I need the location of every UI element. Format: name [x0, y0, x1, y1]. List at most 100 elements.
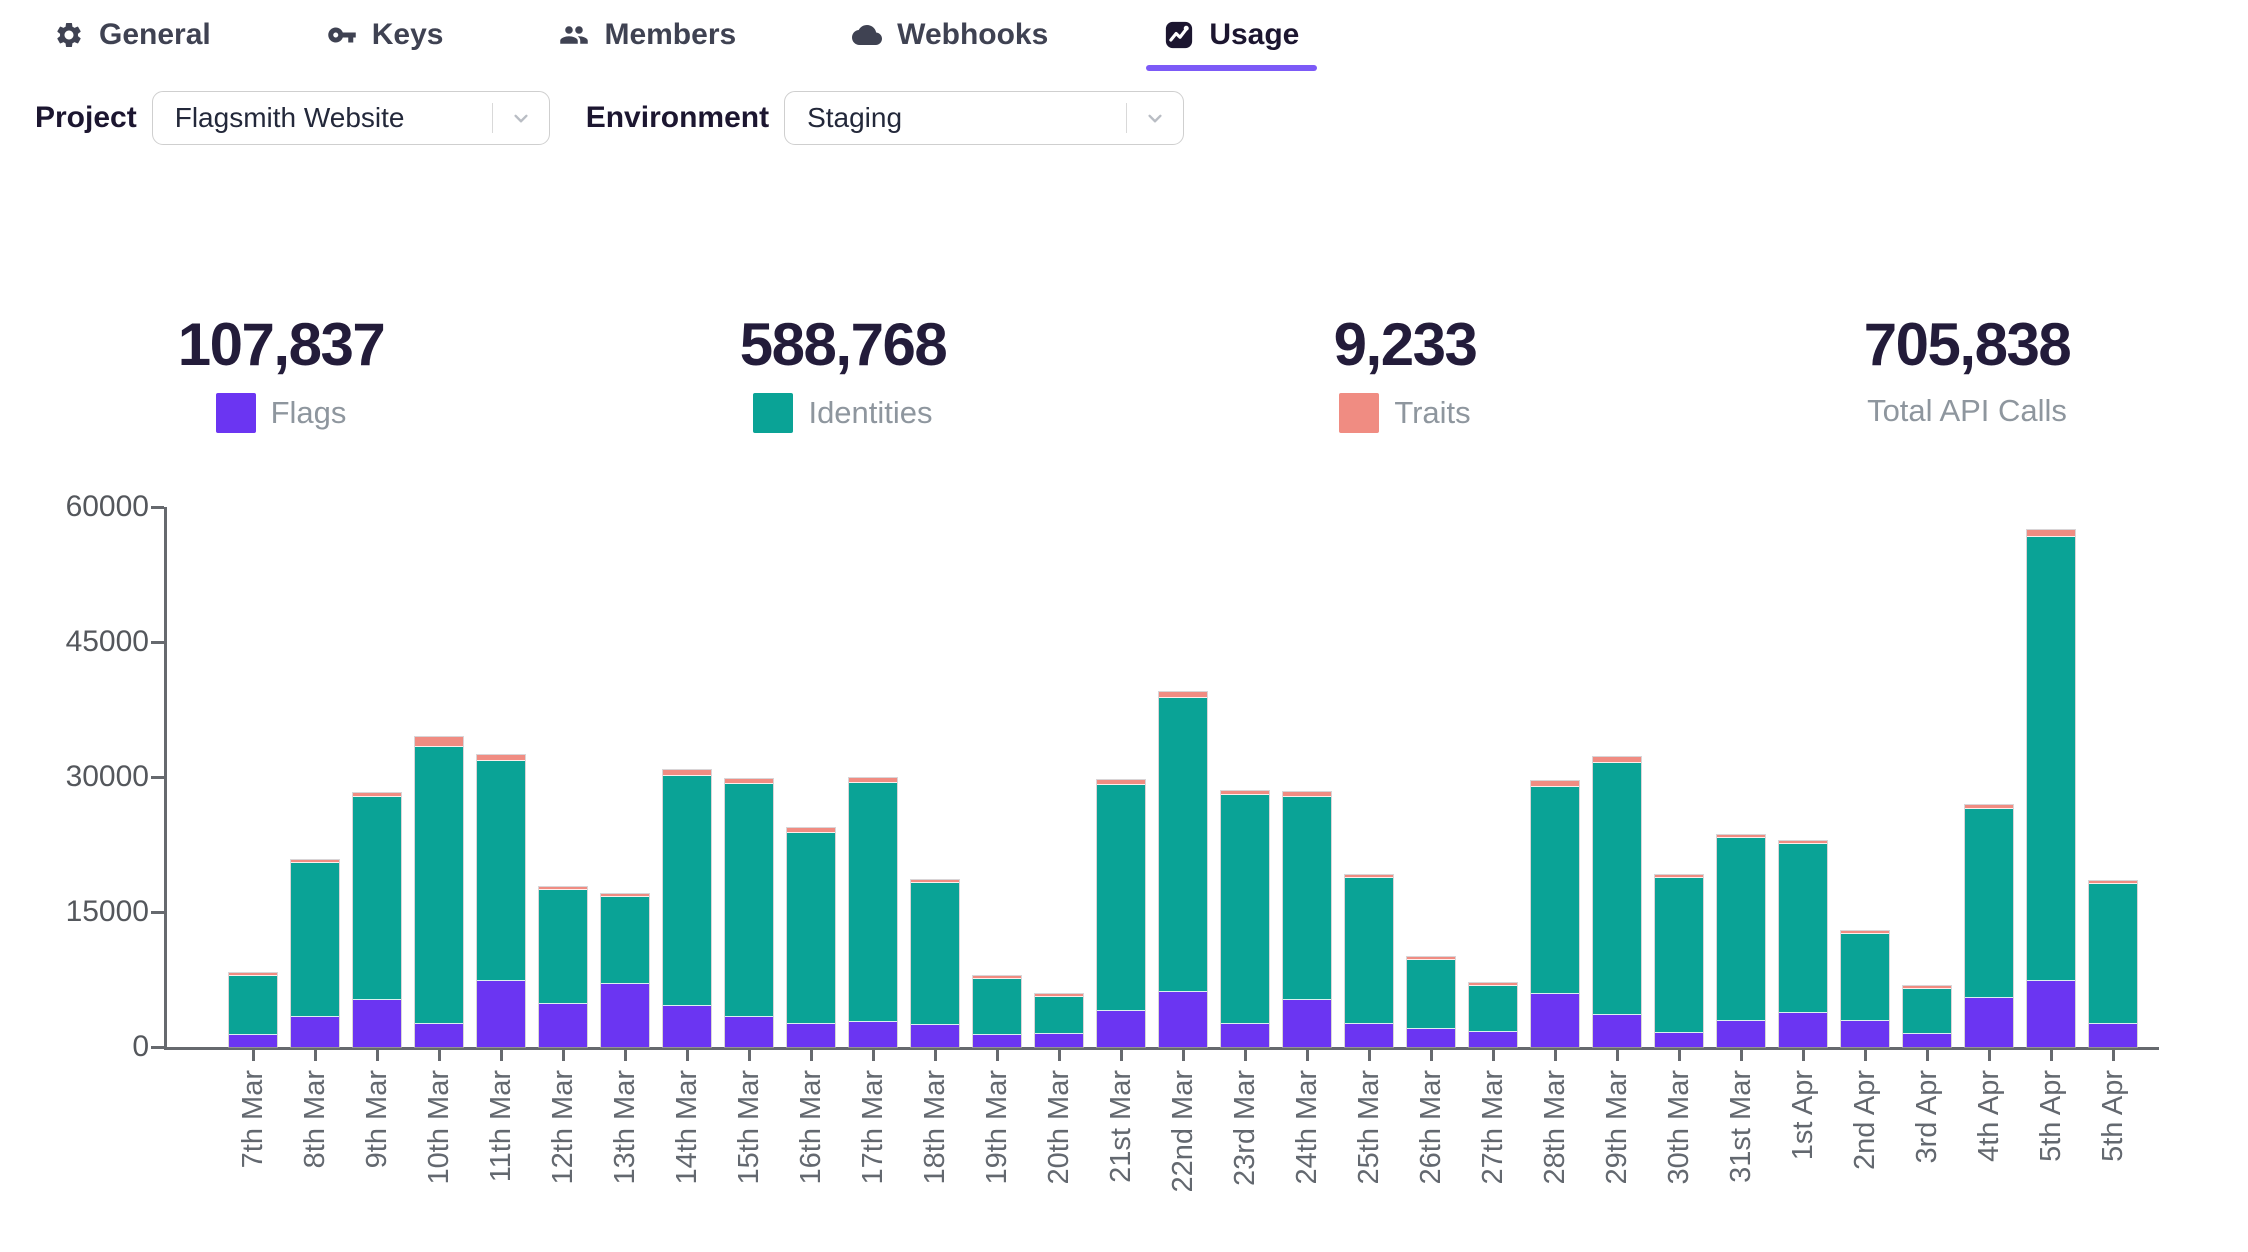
tab-usage[interactable]: Usage: [1164, 18, 1299, 71]
x-axis-category: 31st Mar: [1717, 1050, 1765, 1193]
usage-stats-row: 107,837Flags588,768Identities9,233Traits…: [0, 313, 2248, 433]
x-axis-category: 19th Mar: [973, 1050, 1021, 1193]
bar-27th-mar[interactable]: [1469, 983, 1517, 1047]
chevron-down-icon[interactable]: [1127, 105, 1183, 131]
y-axis-tick: [151, 1046, 164, 1049]
bar-28th-mar[interactable]: [1531, 781, 1579, 1047]
bar-11th-mar[interactable]: [477, 755, 525, 1047]
x-axis-tick: [1926, 1050, 1929, 1061]
x-axis-category: 26th Mar: [1407, 1050, 1455, 1193]
y-axis-tick-label: 0: [132, 1032, 149, 1062]
bar-14th-mar[interactable]: [663, 770, 711, 1047]
bar-3rd-apr[interactable]: [1903, 986, 1951, 1047]
stat-traits: 9,233Traits: [1124, 313, 1686, 433]
bar-24th-mar[interactable]: [1283, 792, 1331, 1047]
flags-segment: [663, 1006, 711, 1047]
bar-1st-apr[interactable]: [1779, 841, 1827, 1047]
stat-identities: 588,768Identities: [562, 313, 1124, 433]
bar-21st-mar[interactable]: [1097, 780, 1145, 1047]
environment-select[interactable]: Staging: [784, 91, 1184, 145]
stat-legend: Traits: [1339, 393, 1470, 433]
x-axis-category: 5th Apr: [2027, 1050, 2075, 1193]
x-axis-tick: [1244, 1050, 1247, 1061]
flags-segment: [1779, 1013, 1827, 1047]
bar-12th-mar[interactable]: [539, 887, 587, 1047]
flags-segment: [2089, 1024, 2137, 1047]
x-axis-tick-label: 22nd Mar: [1169, 1070, 1198, 1193]
bar-7th-mar[interactable]: [229, 973, 277, 1047]
stat-value: 107,837: [178, 313, 384, 376]
bar-15th-mar[interactable]: [725, 779, 773, 1047]
x-axis-tick: [1120, 1050, 1123, 1061]
tab-webhooks[interactable]: Webhooks: [852, 18, 1048, 52]
x-axis-tick: [748, 1050, 751, 1061]
flags-segment: [1283, 1000, 1331, 1047]
bar-5th-apr[interactable]: [2027, 530, 2075, 1047]
flags-segment: [1655, 1033, 1703, 1047]
x-axis-tick: [872, 1050, 875, 1061]
bar-16th-mar[interactable]: [787, 828, 835, 1047]
identities-segment: [849, 783, 897, 1022]
x-axis-tick-label: 19th Mar: [983, 1070, 1012, 1184]
filters-row: Project Flagsmith Website Environment St…: [35, 91, 2248, 145]
bar-22nd-mar[interactable]: [1159, 692, 1207, 1047]
x-axis-tick-label: 20th Mar: [1045, 1070, 1074, 1184]
x-axis-tick: [1554, 1050, 1557, 1061]
bar-26th-mar[interactable]: [1407, 957, 1455, 1047]
bar-8th-mar[interactable]: [291, 860, 339, 1047]
x-axis-tick-label: 23rd Mar: [1231, 1070, 1260, 1186]
x-axis-tick-label: 25th Mar: [1355, 1070, 1384, 1184]
x-axis-category: 28th Mar: [1531, 1050, 1579, 1193]
chevron-down-icon[interactable]: [493, 105, 549, 131]
bar-13th-mar[interactable]: [601, 894, 649, 1047]
x-axis-tick: [1616, 1050, 1619, 1061]
tab-label: General: [99, 18, 211, 52]
bar-31st-mar[interactable]: [1717, 835, 1765, 1047]
x-axis-category: 29th Mar: [1593, 1050, 1641, 1193]
y-axis-tick-label: 60000: [66, 492, 149, 522]
identities-segment: [973, 979, 1021, 1035]
active-tab-underline: [1146, 65, 1317, 71]
bar-29th-mar[interactable]: [1593, 757, 1641, 1047]
bar-30th-mar[interactable]: [1655, 875, 1703, 1047]
bar-18th-mar[interactable]: [911, 880, 959, 1047]
flags-segment: [1717, 1021, 1765, 1047]
project-select[interactable]: Flagsmith Website: [152, 91, 550, 145]
stat-label: Identities: [808, 395, 932, 431]
bar-4th-apr[interactable]: [1965, 805, 2013, 1047]
flags-segment: [1407, 1029, 1455, 1047]
stat-legend: Total API Calls: [1867, 393, 2067, 429]
x-axis-category: 18th Mar: [911, 1050, 959, 1193]
tab-members[interactable]: Members: [559, 18, 736, 52]
bar-17th-mar[interactable]: [849, 778, 897, 1047]
webhooks-cloud-icon: [852, 20, 882, 50]
x-axis-category: 27th Mar: [1469, 1050, 1517, 1193]
bar-19th-mar[interactable]: [973, 976, 1021, 1047]
bar-9th-mar[interactable]: [353, 793, 401, 1047]
identities-segment: [291, 863, 339, 1017]
flags-segment: [291, 1017, 339, 1047]
identities-segment: [663, 776, 711, 1006]
bar-20th-mar[interactable]: [1035, 994, 1083, 1047]
x-axis-tick-label: 21st Mar: [1107, 1070, 1136, 1183]
identities-segment: [1469, 986, 1517, 1032]
x-axis-category: 13th Mar: [601, 1050, 649, 1193]
flags-segment: [1965, 998, 2013, 1047]
identities-segment: [1717, 838, 1765, 1021]
x-axis-category: 22nd Mar: [1159, 1050, 1207, 1193]
tab-general[interactable]: General: [54, 18, 211, 52]
flags-segment: [1531, 994, 1579, 1047]
bar-10th-mar[interactable]: [415, 737, 463, 1047]
identities-segment: [539, 890, 587, 1004]
bar-23rd-mar[interactable]: [1221, 791, 1269, 1047]
x-axis-tick-label: 18th Mar: [921, 1070, 950, 1184]
y-axis-tick: [151, 506, 164, 509]
identities-segment: [1035, 997, 1083, 1034]
identities-segment: [911, 883, 959, 1025]
tab-keys[interactable]: Keys: [327, 18, 444, 52]
bar-2nd-apr[interactable]: [1841, 931, 1889, 1047]
identities-segment: [1965, 809, 2013, 998]
x-axis-category: 9th Mar: [353, 1050, 401, 1193]
bar-5th-apr[interactable]: [2089, 881, 2137, 1047]
bar-25th-mar[interactable]: [1345, 875, 1393, 1047]
